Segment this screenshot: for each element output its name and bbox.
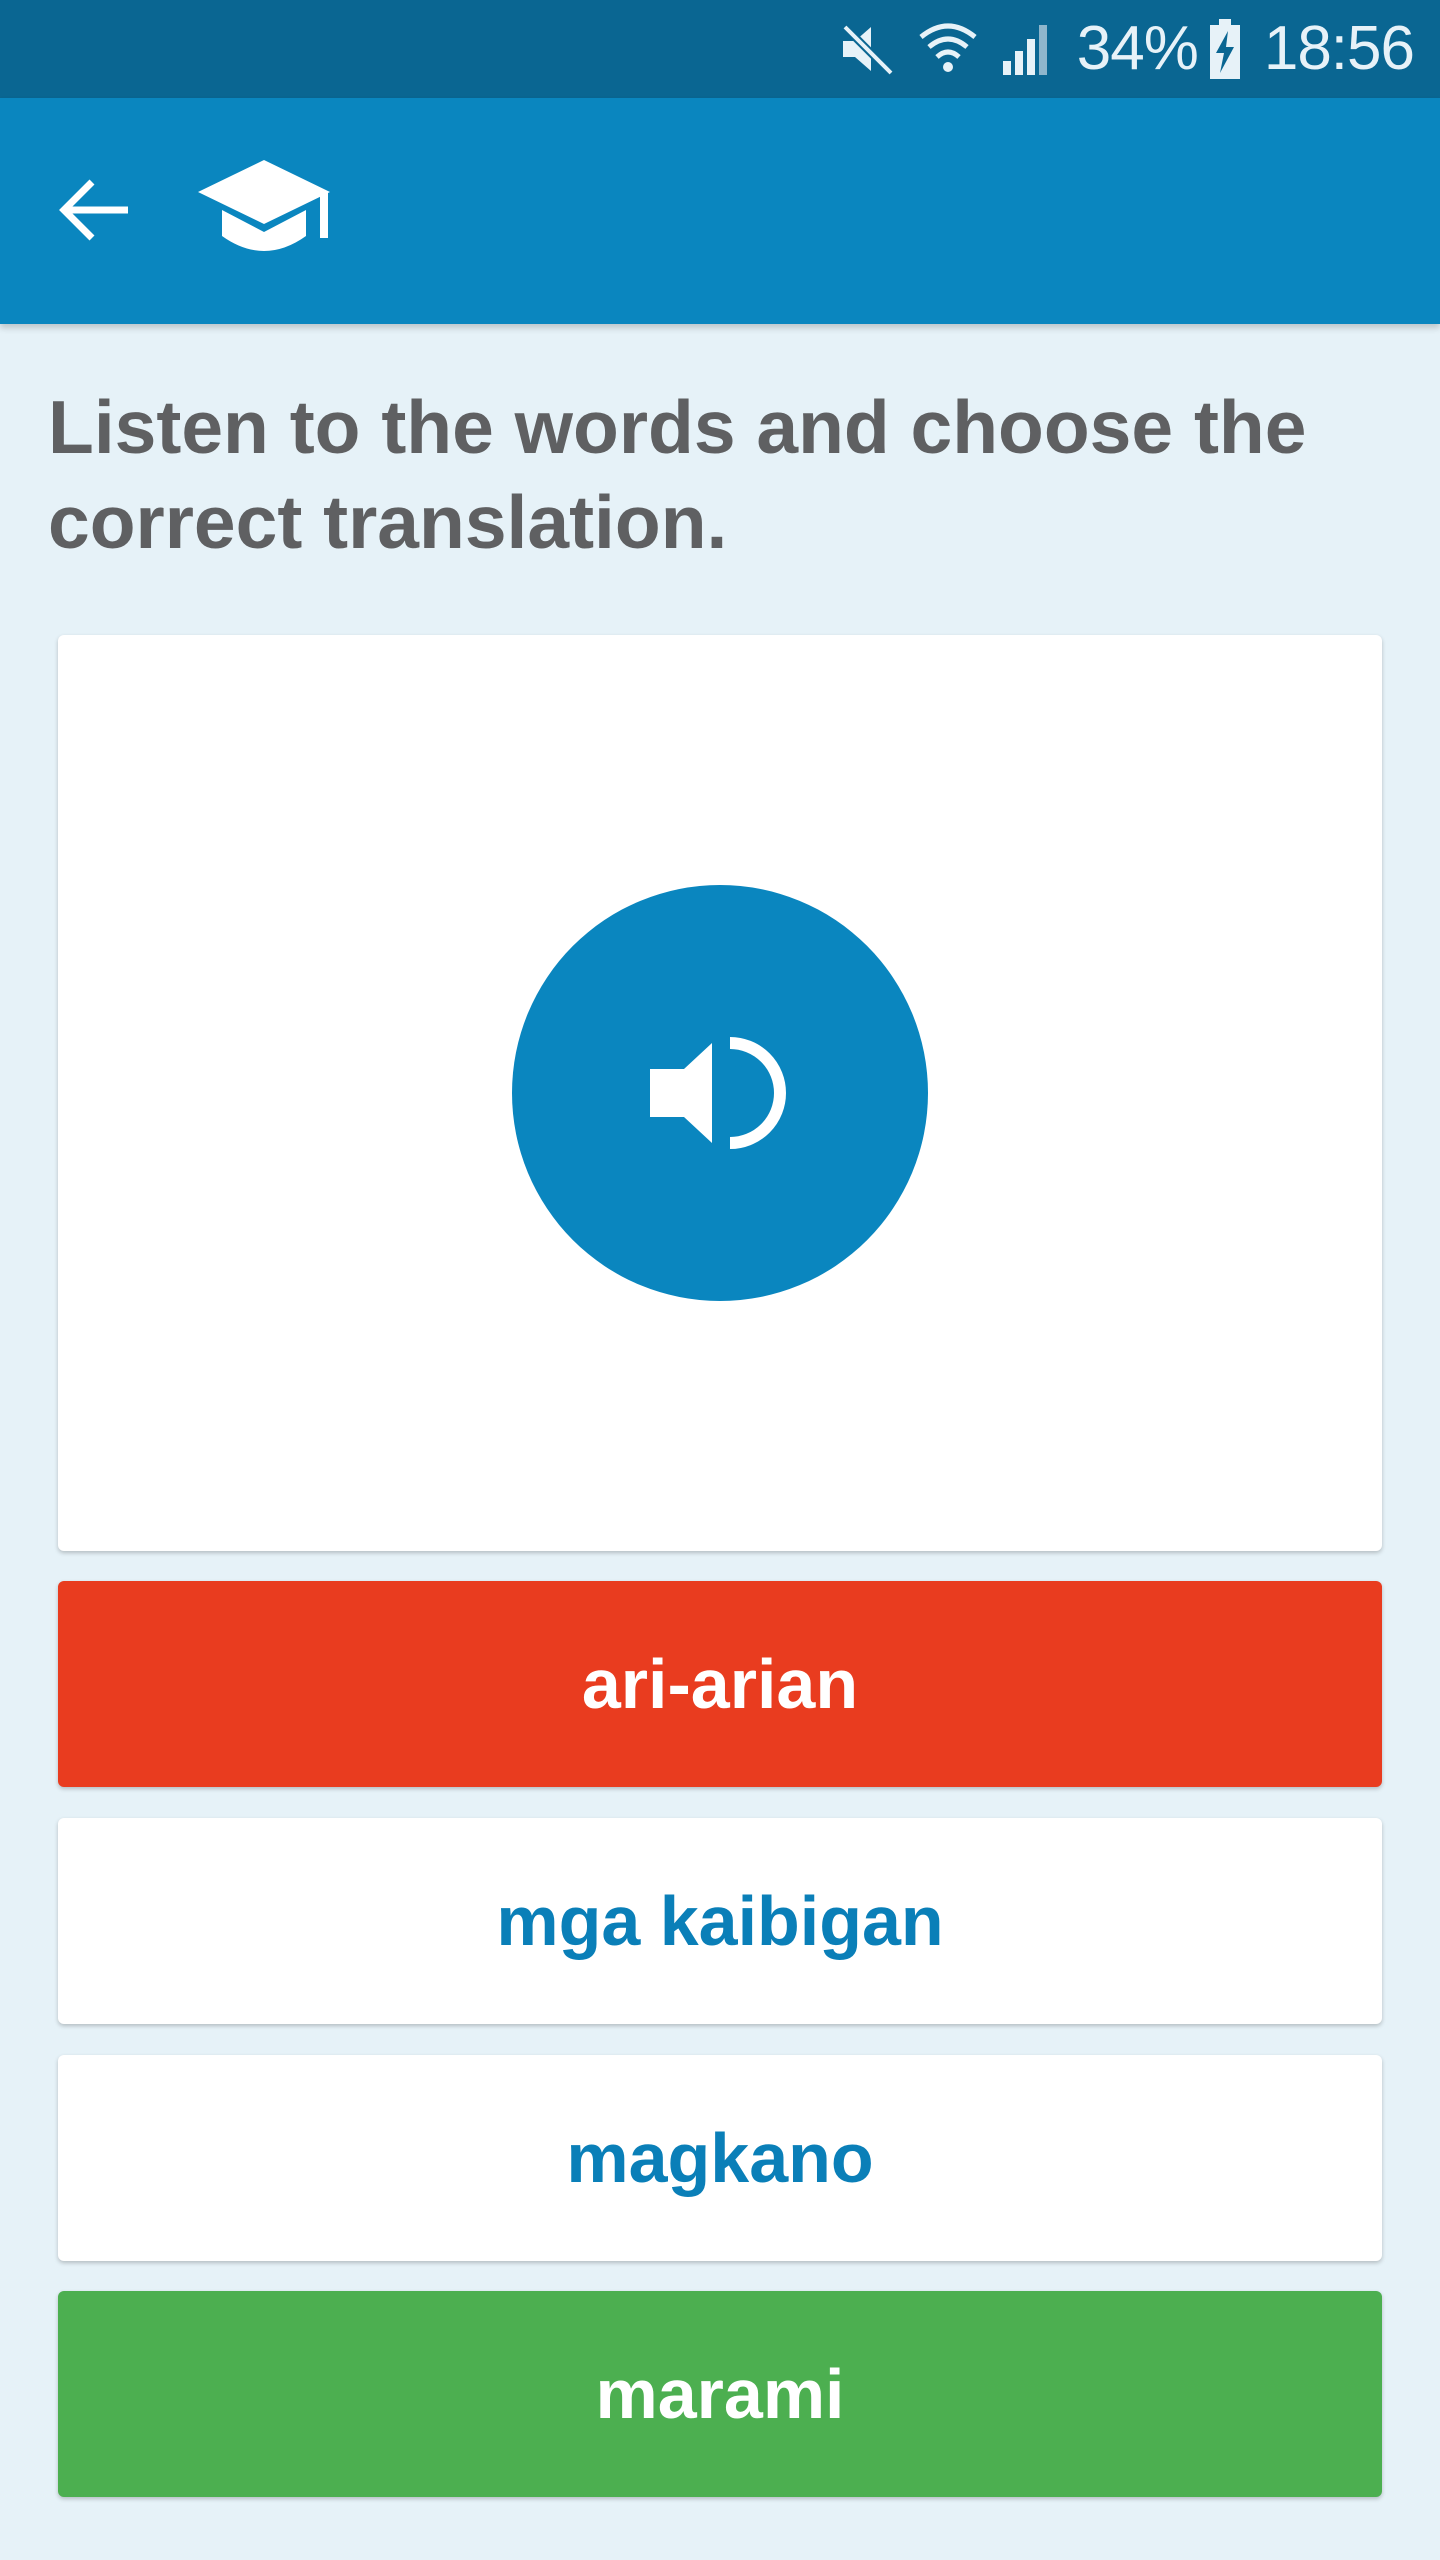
- audio-card: [58, 635, 1382, 1551]
- speaker-icon: [650, 1037, 786, 1149]
- instruction-text: Listen to the words and choose the corre…: [48, 385, 1307, 564]
- play-audio-button[interactable]: [512, 885, 928, 1301]
- graduation-cap-icon: [196, 156, 332, 266]
- status-bar: 34% 18:56: [0, 0, 1440, 98]
- battery-charging-icon: [1208, 19, 1242, 79]
- answer-option-3[interactable]: magkano: [58, 2055, 1382, 2261]
- answer-option-2[interactable]: mga kaibigan: [58, 1818, 1382, 2024]
- app-bar: [0, 98, 1440, 324]
- answer-option-4[interactable]: marami: [58, 2291, 1382, 2497]
- mute-icon: [837, 21, 897, 77]
- answer-option-1[interactable]: ari-arian: [58, 1581, 1382, 1787]
- clock: 18:56: [1263, 14, 1415, 83]
- battery-percent: 34%: [1076, 14, 1199, 83]
- signal-icon: [999, 21, 1055, 77]
- wifi-icon: [919, 21, 977, 77]
- back-arrow-icon: [59, 179, 128, 241]
- back-button[interactable]: [50, 170, 140, 250]
